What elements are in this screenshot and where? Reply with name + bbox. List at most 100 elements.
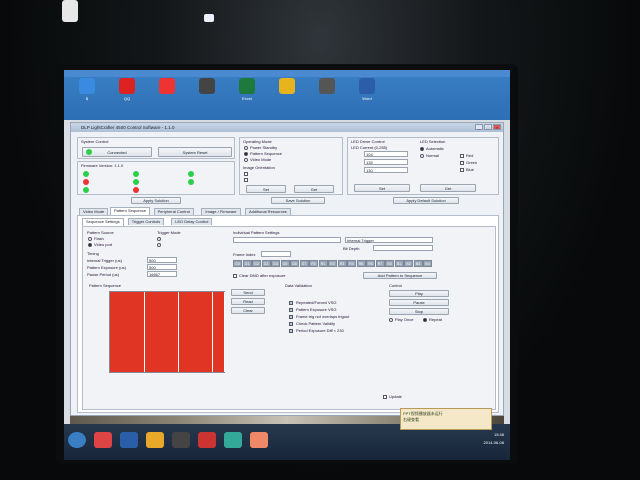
close-button[interactable]: ×: [493, 124, 501, 130]
desktop-icon[interactable]: [274, 78, 300, 108]
sequence-pattern-3[interactable]: [179, 292, 213, 372]
connected-button[interactable]: Connected: [82, 147, 152, 157]
taskbar-app-icon-3[interactable]: [146, 432, 164, 448]
bit-plane-r6[interactable]: R6: [366, 260, 375, 267]
taskbar-app-icon-7[interactable]: [250, 432, 268, 448]
bit-plane-g2[interactable]: G2: [252, 260, 261, 267]
get-orientation-button[interactable]: Get: [294, 185, 334, 193]
sequence-pattern-1[interactable]: [110, 292, 145, 372]
bit-plane-r7[interactable]: R7: [375, 260, 385, 267]
bit-plane-b0[interactable]: B0: [385, 260, 394, 267]
tab-pattern-sequence[interactable]: Pattern Sequence: [110, 207, 151, 215]
bit-plane-g7[interactable]: G7: [299, 260, 309, 267]
system-reset-button[interactable]: System Reset: [158, 147, 232, 157]
trigger-mode-radio-1[interactable]: [157, 237, 161, 241]
video-mode-radio[interactable]: [244, 158, 248, 162]
taskbar-app-icon-5[interactable]: [198, 432, 216, 448]
power-standby-label: Power Standby: [250, 145, 278, 150]
send-button[interactable]: Send: [231, 289, 265, 296]
add-pattern-button[interactable]: Add Pattern to Sequence: [363, 272, 437, 279]
green-led-check[interactable]: [460, 161, 464, 165]
trigger-select[interactable]: Internal Trigger: [345, 237, 433, 243]
east-west-flip-check[interactable]: [244, 172, 248, 176]
desktop-icon[interactable]: [314, 78, 340, 108]
taskbar-app-icon-6[interactable]: [224, 432, 242, 448]
play-button[interactable]: Play: [389, 290, 449, 297]
bit-plane-r3[interactable]: R3: [337, 260, 347, 267]
green-current-field[interactable]: 135: [364, 159, 408, 165]
play-once-radio[interactable]: [389, 318, 393, 322]
blue-led-check[interactable]: [460, 168, 464, 172]
bit-depth-select[interactable]: [373, 245, 433, 251]
read-button[interactable]: Read: [231, 298, 265, 305]
bit-plane-r0[interactable]: R0: [309, 260, 318, 267]
desktop-icon[interactable]: Excel: [234, 78, 260, 108]
desktop-icon[interactable]: QQ: [114, 78, 140, 108]
bit-plane-b3[interactable]: B3: [413, 260, 423, 267]
bit-plane-b2[interactable]: B2: [404, 260, 413, 267]
bit-plane-g5[interactable]: G5: [280, 260, 290, 267]
internal-trigger-field[interactable]: 500: [147, 257, 177, 263]
power-standby-radio[interactable]: [244, 146, 248, 150]
apply-solution-button[interactable]: Apply Solution: [131, 197, 181, 204]
desktop-icon[interactable]: $: [74, 78, 100, 108]
pattern-sequence-radio[interactable]: [244, 152, 248, 156]
automatic-radio[interactable]: [420, 147, 424, 151]
subtab-trigger-controls[interactable]: Trigger Controls: [127, 218, 165, 225]
bit-plane-g6[interactable]: G6: [290, 260, 299, 267]
pause-button[interactable]: Pause: [389, 299, 449, 306]
bit-plane-g0[interactable]: G0: [233, 260, 242, 267]
frame-index-field[interactable]: [261, 251, 291, 257]
blue-current-field[interactable]: 130: [364, 167, 408, 173]
clear-dmd-check[interactable]: [233, 274, 237, 278]
subtab-sequence-settings[interactable]: Sequence Settings: [82, 218, 124, 226]
start-button-icon[interactable]: [68, 432, 86, 448]
red-current-field[interactable]: 104: [364, 151, 408, 157]
desktop-icon[interactable]: [194, 78, 220, 108]
trigger-mode-radio-2[interactable]: [157, 243, 161, 247]
desktop-icon[interactable]: [154, 78, 180, 108]
video-port-radio[interactable]: [88, 243, 92, 247]
subtab-led-delay-control[interactable]: LED Delay Control: [171, 218, 213, 225]
taskbar-app-icon-1[interactable]: [94, 432, 112, 448]
bit-plane-g1[interactable]: G1: [242, 260, 252, 267]
bit-plane-b1[interactable]: B1: [394, 260, 404, 267]
flash-radio[interactable]: [88, 237, 92, 241]
normal-radio[interactable]: [420, 154, 424, 158]
tab-additional-resources[interactable]: Additional Resources: [245, 208, 291, 215]
app-window[interactable]: DLP LightCrafter 4500 Control Software -…: [70, 122, 504, 416]
minimize-button[interactable]: _: [475, 124, 483, 130]
bit-plane-r1[interactable]: R1: [318, 260, 328, 267]
notification-popup[interactable]: PPT视频播放器未运行 右键查看: [400, 408, 492, 430]
bit-plane-b4[interactable]: B4: [423, 260, 432, 267]
repeat-radio[interactable]: [423, 318, 427, 322]
sequence-pattern-4[interactable]: [213, 292, 225, 372]
set-orientation-button[interactable]: Set: [246, 185, 286, 193]
stop-button[interactable]: Stop: [389, 308, 449, 315]
taskbar-app-icon-4[interactable]: [172, 432, 190, 448]
tab-peripheral-control[interactable]: Peripheral Control: [153, 208, 194, 215]
north-south-flip-check[interactable]: [244, 178, 248, 182]
save-solution-button[interactable]: Save Solution: [271, 197, 325, 204]
bit-plane-r2[interactable]: R2: [328, 260, 337, 267]
pattern-exposure-field[interactable]: 500: [147, 264, 177, 270]
maximize-button[interactable]: □: [484, 124, 492, 130]
pattern-sequence-grid[interactable]: [109, 291, 225, 373]
bit-plane-g3[interactable]: G3: [261, 260, 271, 267]
red-led-check[interactable]: [460, 154, 464, 158]
get-led-button[interactable]: Get: [420, 184, 476, 192]
clear-button[interactable]: Clear: [231, 307, 265, 314]
tab-video-mode[interactable]: Video Mode: [79, 208, 109, 215]
pause-period-field[interactable]: 16667: [147, 271, 177, 277]
apply-default-solution-button[interactable]: Apply Default Solution: [393, 197, 459, 204]
update-check[interactable]: [383, 395, 387, 399]
pattern-select[interactable]: [233, 237, 341, 243]
bit-plane-r5[interactable]: R5: [356, 260, 366, 267]
bit-plane-r4[interactable]: R4: [347, 260, 356, 267]
set-led-button[interactable]: Set: [354, 184, 410, 192]
sequence-pattern-2[interactable]: [145, 292, 179, 372]
bit-plane-g4[interactable]: G4: [271, 260, 280, 267]
desktop-icon[interactable]: Word: [354, 78, 380, 108]
taskbar-app-icon-2[interactable]: [120, 432, 138, 448]
tab-image-firmware[interactable]: Image / Firmware: [201, 208, 241, 215]
